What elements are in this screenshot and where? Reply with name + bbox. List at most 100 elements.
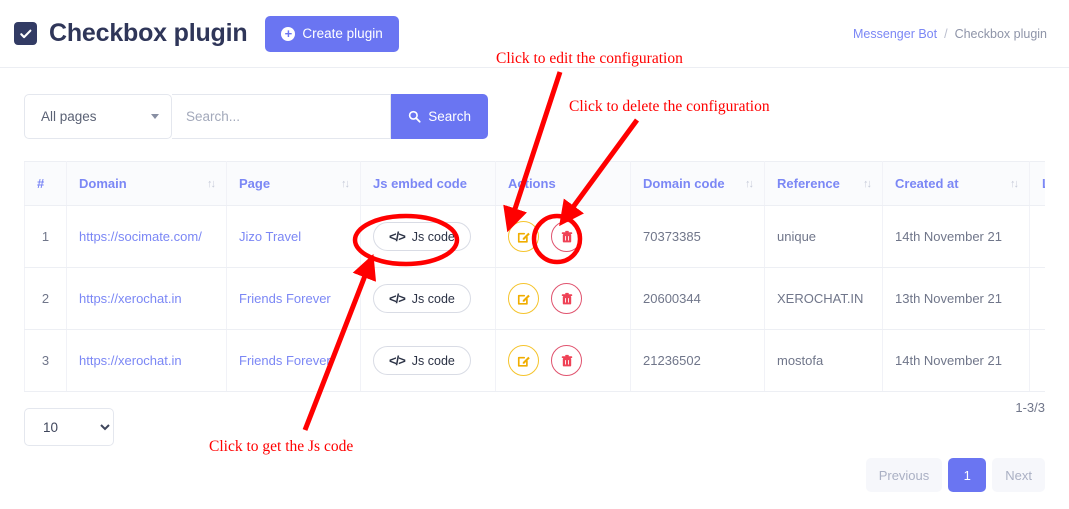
row-page: Jizo Travel <box>226 205 361 268</box>
column-header-js-embed-code: Js embed code <box>360 161 496 206</box>
js-code-button[interactable]: </> Js code <box>373 346 471 375</box>
search-button[interactable]: Search <box>391 94 488 139</box>
plus-circle-icon: + <box>281 26 296 41</box>
breadcrumb: Messenger Bot / Checkbox plugin <box>853 27 1047 41</box>
per-page-select[interactable]: 10 <box>24 408 114 446</box>
row-reference: mostofa <box>764 329 883 392</box>
js-code-button[interactable]: </> Js code <box>373 222 471 251</box>
create-plugin-button[interactable]: + Create plugin <box>265 15 399 52</box>
table-row: 3 https://xerochat.in Friends Forever </… <box>24 329 1045 392</box>
row-domain-code: 70373385 <box>630 205 765 268</box>
delete-configuration-button[interactable] <box>551 221 582 252</box>
edit-configuration-button[interactable] <box>508 345 539 376</box>
column-label: Js embed code <box>373 176 467 191</box>
row-js-embed-code: </> Js code <box>360 329 496 392</box>
domain-link[interactable]: https://xerochat.in <box>79 291 182 306</box>
trash-icon <box>561 292 572 304</box>
row-index: 1 <box>24 205 67 268</box>
sort-updown-icon[interactable]: ↑↓ <box>199 178 216 190</box>
column-label: Reference <box>777 176 840 191</box>
row-page: Friends Forever <box>226 267 361 330</box>
column-header-reference[interactable]: Reference ↑↓ <box>764 161 883 206</box>
js-code-button[interactable]: </> Js code <box>373 284 471 313</box>
column-label: # <box>37 176 45 191</box>
column-label: Actions <box>508 176 556 191</box>
column-label: Created at <box>895 176 959 191</box>
sort-updown-icon[interactable]: ↑↓ <box>1002 178 1019 190</box>
table-row: 1 https://socimate.com/ Jizo Travel </> … <box>24 205 1045 268</box>
search-input[interactable] <box>172 94 392 139</box>
sort-updown-icon[interactable]: ↑↓ <box>333 178 350 190</box>
page-link[interactable]: Jizo Travel <box>239 229 301 244</box>
column-label: Page <box>239 176 271 191</box>
row-label <box>1029 205 1045 268</box>
domain-link[interactable]: https://socimate.com/ <box>79 229 202 244</box>
page-link[interactable]: Friends Forever <box>239 291 331 306</box>
pagination-previous[interactable]: Previous <box>865 458 943 492</box>
breadcrumb-parent-link[interactable]: Messenger Bot <box>853 27 937 41</box>
page-filter-select[interactable]: All pages <box>24 94 172 139</box>
column-header-domain[interactable]: Domain ↑↓ <box>66 161 227 206</box>
column-label: Domain <box>79 176 127 191</box>
edit-configuration-button[interactable] <box>508 221 539 252</box>
trash-icon <box>561 354 572 366</box>
table-footer: 10 1-3/3 Previous 1 Next <box>24 400 1045 504</box>
row-domain: https://socimate.com/ <box>66 205 227 268</box>
column-header-domain-code[interactable]: Domain code ↑↓ <box>630 161 765 206</box>
js-code-label: Js code <box>411 353 455 368</box>
search-icon <box>409 110 421 123</box>
page-filter-value: All pages <box>41 109 97 124</box>
column-header-label: Label <box>1029 161 1045 206</box>
row-label <box>1029 267 1045 330</box>
delete-configuration-button[interactable] <box>551 283 582 314</box>
row-created-at: 14th November 21 <box>882 329 1030 392</box>
column-label: Label <box>1042 176 1045 191</box>
filter-toolbar: All pages Search <box>24 94 488 139</box>
row-js-embed-code: </> Js code <box>360 267 496 330</box>
sort-updown-icon[interactable]: ↑↓ <box>855 178 872 190</box>
edit-configuration-button[interactable] <box>508 283 539 314</box>
checkbox-plugin-page: Checkbox plugin + Create plugin Messenge… <box>0 0 1069 509</box>
breadcrumb-separator: / <box>944 26 948 41</box>
table-row: 2 https://xerochat.in Friends Forever </… <box>24 267 1045 330</box>
column-label: Domain code <box>643 176 725 191</box>
row-created-at: 13th November 21 <box>882 267 1030 330</box>
trash-icon <box>561 230 572 242</box>
row-page: Friends Forever <box>226 329 361 392</box>
column-header-index: # <box>24 161 67 206</box>
table-header-row: # Domain ↑↓ Page ↑↓ Js embed code Actions … <box>24 161 1045 206</box>
column-header-actions: Actions <box>495 161 631 206</box>
row-label <box>1029 329 1045 392</box>
row-actions <box>495 329 631 392</box>
row-reference: unique <box>764 205 883 268</box>
js-code-label: Js code <box>411 291 455 306</box>
checkbox-checked-icon <box>14 22 37 45</box>
column-header-created-at[interactable]: Created at ↑↓ <box>882 161 1030 206</box>
pagination-next[interactable]: Next <box>992 458 1045 492</box>
pagination-page-1[interactable]: 1 <box>948 458 987 492</box>
plugins-table-container: # Domain ↑↓ Page ↑↓ Js embed code Actions … <box>24 161 1045 392</box>
chevron-down-icon <box>151 114 159 119</box>
column-header-page[interactable]: Page ↑↓ <box>226 161 361 206</box>
code-brackets-icon: </> <box>389 353 406 368</box>
page-header: Checkbox plugin + Create plugin Messenge… <box>0 0 1069 68</box>
page-title: Checkbox plugin <box>49 19 248 47</box>
row-domain-code: 21236502 <box>630 329 765 392</box>
page-link[interactable]: Friends Forever <box>239 353 331 368</box>
search-button-label: Search <box>428 109 471 124</box>
row-js-embed-code: </> Js code <box>360 205 496 268</box>
row-created-at: 14th November 21 <box>882 205 1030 268</box>
domain-link[interactable]: https://xerochat.in <box>79 353 182 368</box>
row-index: 3 <box>24 329 67 392</box>
row-domain: https://xerochat.in <box>66 329 227 392</box>
row-actions <box>495 205 631 268</box>
code-brackets-icon: </> <box>389 229 406 244</box>
pencil-square-icon <box>517 356 530 367</box>
annotation-delete-text: Click to delete the configuration <box>569 98 770 115</box>
row-domain-code: 20600344 <box>630 267 765 330</box>
row-actions <box>495 267 631 330</box>
code-brackets-icon: </> <box>389 291 406 306</box>
pencil-square-icon <box>517 232 530 243</box>
sort-updown-icon[interactable]: ↑↓ <box>737 178 754 190</box>
delete-configuration-button[interactable] <box>551 345 582 376</box>
